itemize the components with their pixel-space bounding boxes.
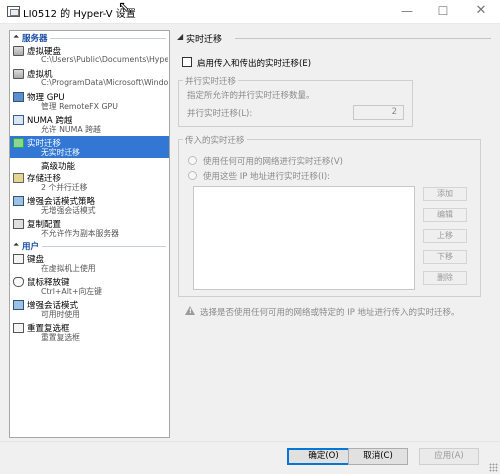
use-any-network-label[interactable]: 使用任何可用的网络进行实时迁移(V) bbox=[203, 155, 343, 167]
sidebar-item-enhanced-session-mode[interactable]: 增强会话模式 可用时使用 bbox=[10, 298, 169, 320]
parallel-migrations-input[interactable]: 2 bbox=[353, 105, 404, 120]
parallel-migrations-legend: 并行实时迁移 bbox=[183, 75, 239, 87]
category-server[interactable]: ⏶ 服务器 bbox=[10, 32, 169, 44]
sidebar-item-advanced-features[interactable]: 高级功能 bbox=[10, 159, 169, 172]
numa-icon bbox=[13, 115, 24, 125]
collapse-arrow-icon[interactable]: ⏶ bbox=[13, 32, 19, 42]
warning-icon: ! bbox=[185, 306, 195, 315]
reset-checkbox-icon bbox=[13, 323, 24, 333]
category-user[interactable]: ⏶ 用户 bbox=[10, 240, 169, 252]
session-icon bbox=[13, 300, 24, 310]
sidebar-item-detail: 2 个并行迁移 bbox=[41, 183, 88, 192]
divider bbox=[50, 38, 166, 39]
sidebar-item-virtual-hard-disks[interactable]: 虚拟硬盘 C:\Users\Public\Documents\Hyper-... bbox=[10, 44, 169, 66]
mouse-cursor-icon: ⇖ bbox=[118, 0, 130, 15]
use-any-network-radio[interactable] bbox=[188, 156, 197, 165]
sidebar-item-detail: 可用时使用 bbox=[41, 310, 80, 319]
edit-button[interactable]: 编辑 bbox=[423, 208, 467, 222]
settings-panel: ◢ 实时迁移 启用传入和传出的实时迁移(E) 并行实时迁移 指定所允许的并行实时… bbox=[175, 30, 491, 438]
collapse-arrow-icon[interactable]: ⏶ bbox=[13, 240, 19, 250]
move-down-button[interactable]: 下移 bbox=[423, 250, 467, 264]
enable-live-migration-checkbox[interactable] bbox=[182, 57, 192, 67]
close-button[interactable]: ✕ bbox=[460, 0, 500, 24]
sidebar-item-detail: C:\ProgramData\Microsoft\Windo... bbox=[41, 78, 168, 87]
ip-address-list[interactable] bbox=[193, 186, 415, 290]
settings-tree[interactable]: ⏶ 服务器 虚拟硬盘 C:\Users\Public\Documents\Hyp… bbox=[9, 30, 170, 438]
info-text: 选择是否使用任何可用的网络或特定的 IP 地址进行传入的实时迁移。 bbox=[200, 308, 460, 318]
category-user-label: 用户 bbox=[22, 242, 40, 252]
footer-divider bbox=[0, 441, 500, 442]
disk-icon bbox=[13, 46, 24, 56]
use-these-ip-radio[interactable] bbox=[188, 171, 197, 180]
mouse-icon bbox=[13, 277, 24, 287]
sidebar-item-live-migrations[interactable]: 实时迁移 无实时迁移 bbox=[10, 136, 169, 158]
vm-disk-icon bbox=[13, 69, 24, 79]
add-button[interactable]: 添加 bbox=[423, 187, 467, 201]
sidebar-item-virtual-machines[interactable]: 虚拟机 C:\ProgramData\Microsoft\Windo... bbox=[10, 67, 169, 89]
section-arrow-icon: ◢ bbox=[177, 32, 184, 41]
resize-grip-icon[interactable] bbox=[489, 463, 498, 472]
sidebar-item-numa-spanning[interactable]: NUMA 跨越 允许 NUMA 跨越 bbox=[10, 113, 169, 135]
remove-button[interactable]: 删除 bbox=[423, 271, 467, 285]
sidebar-item-detail: 重置复选框 bbox=[41, 333, 80, 342]
sidebar-item-detail: 无增强会话模式 bbox=[41, 206, 96, 215]
sidebar-item-detail: 管理 RemoteFX GPU bbox=[41, 102, 118, 111]
sidebar-item-enhanced-session-policy[interactable]: 增强会话模式策略 无增强会话模式 bbox=[10, 194, 169, 216]
session-policy-icon bbox=[13, 196, 24, 206]
sidebar-item-physical-gpu[interactable]: 物理 GPU 管理 RemoteFX GPU bbox=[10, 90, 169, 112]
keyboard-icon bbox=[13, 254, 24, 264]
cancel-button[interactable]: 取消(C) bbox=[348, 448, 408, 465]
sidebar-item-detail: Ctrl+Alt+向左键 bbox=[41, 287, 102, 296]
incoming-migrations-legend: 传入的实时迁移 bbox=[183, 134, 247, 146]
sidebar-item-keyboard[interactable]: 键盘 在虚拟机上使用 bbox=[10, 252, 169, 274]
sidebar-item-replication-configuration[interactable]: 复制配置 不允许作为副本服务器 bbox=[10, 217, 169, 239]
parallel-migrations-field-label: 并行实时迁移(L): bbox=[187, 109, 253, 119]
maximize-button[interactable]: ☐ bbox=[422, 0, 464, 24]
apply-button[interactable]: 应用(A) bbox=[419, 448, 479, 465]
section-title: 实时迁移 bbox=[186, 35, 223, 45]
divider bbox=[235, 38, 491, 39]
sidebar-item-detail: 允许 NUMA 跨越 bbox=[41, 125, 101, 134]
section-header: ◢ 实时迁移 bbox=[175, 32, 491, 45]
storage-migration-icon bbox=[13, 173, 24, 183]
sidebar-item-detail: 无实时迁移 bbox=[41, 148, 80, 157]
sidebar-item-reset-check-boxes[interactable]: 重置复选框 重置复选框 bbox=[10, 321, 169, 343]
divider bbox=[42, 246, 166, 247]
replication-icon bbox=[13, 219, 24, 229]
sidebar-item-storage-migrations[interactable]: 存储迁移 2 个并行迁移 bbox=[10, 171, 169, 193]
live-migration-icon bbox=[13, 138, 24, 148]
category-server-label: 服务器 bbox=[22, 34, 48, 44]
monitor-icon bbox=[13, 92, 24, 102]
title-bar: LI0512 的 Hyper-V 设置 ⇖ — ☐ ✕ bbox=[0, 0, 500, 24]
use-these-ip-label[interactable]: 使用这些 IP 地址进行实时迁移(I): bbox=[203, 170, 330, 182]
sidebar-item-mouse-release-key[interactable]: 鼠标释放键 Ctrl+Alt+向左键 bbox=[10, 275, 169, 297]
sidebar-item-detail: C:\Users\Public\Documents\Hyper-... bbox=[41, 55, 168, 64]
move-up-button[interactable]: 上移 bbox=[423, 229, 467, 243]
parallel-migrations-description: 指定所允许的并行实时迁移数量。 bbox=[187, 91, 315, 101]
enable-live-migration-label[interactable]: 启用传入和传出的实时迁移(E) bbox=[197, 57, 311, 69]
hyperv-settings-icon bbox=[7, 6, 20, 17]
sidebar-item-detail: 在虚拟机上使用 bbox=[41, 264, 96, 273]
sidebar-item-detail: 不允许作为副本服务器 bbox=[41, 229, 119, 238]
